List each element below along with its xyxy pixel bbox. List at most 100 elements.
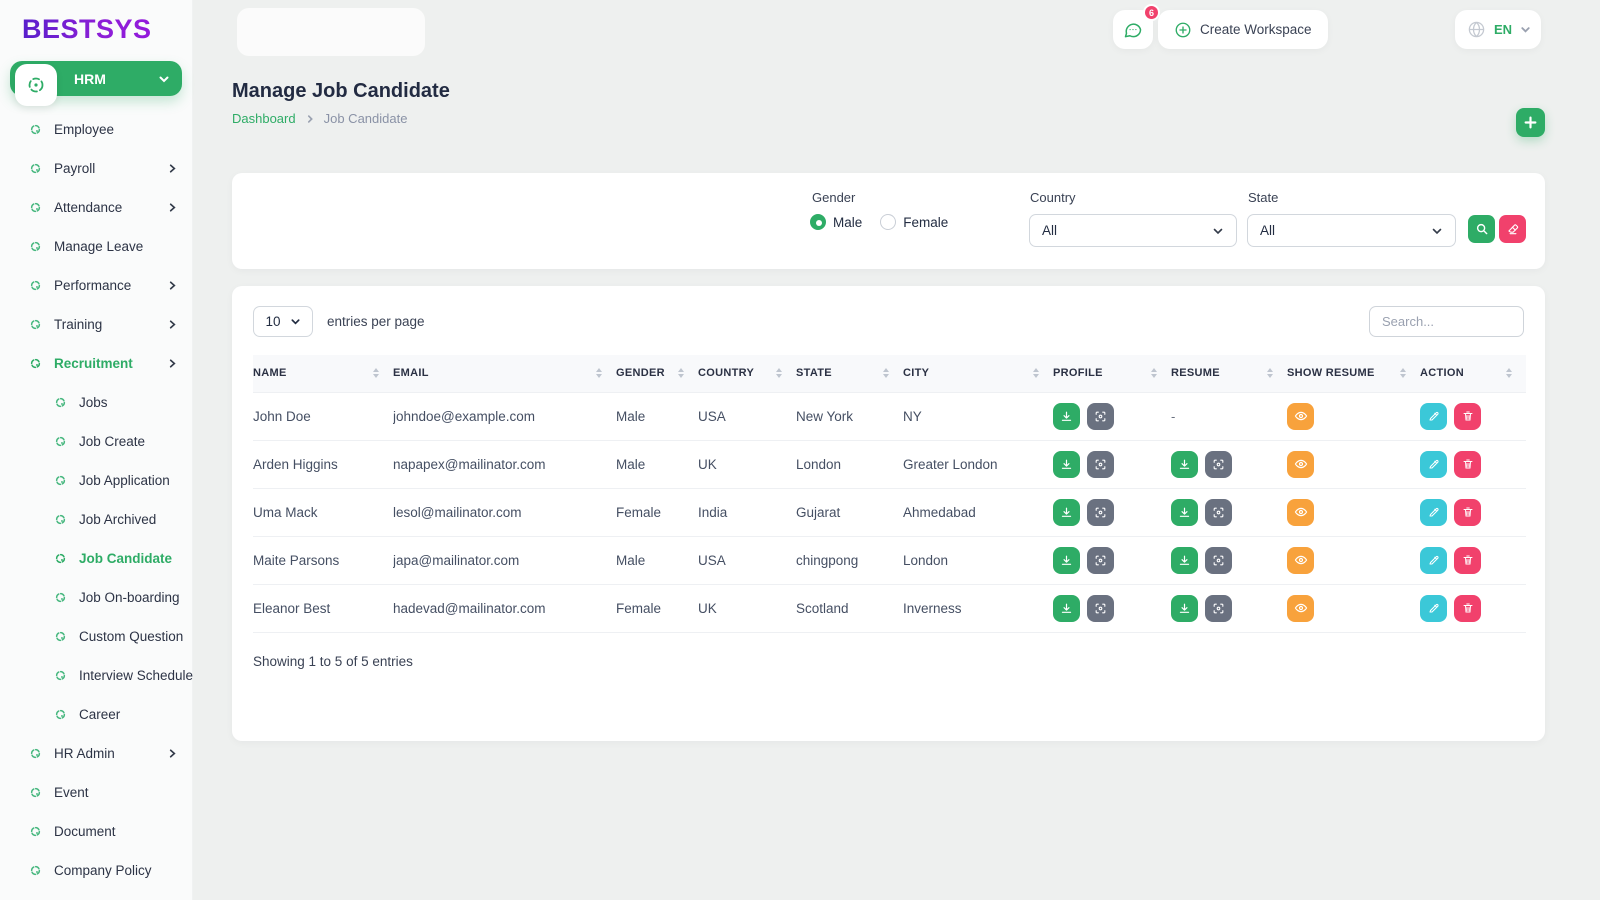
sidebar-item-custom-question[interactable]: Custom Question [0,617,192,656]
show-resume-button[interactable] [1287,450,1314,478]
sidebar-item-job-archived[interactable]: Job Archived [0,500,192,539]
sidebar-item-document[interactable]: Document [0,812,192,851]
sidebar-item-jobs[interactable]: Jobs [0,383,192,422]
sidebar-item-manage-leave[interactable]: Manage Leave [0,227,192,266]
cell-show-resume [1287,536,1420,585]
show-resume-button[interactable] [1287,594,1314,622]
sidebar-item-training[interactable]: Training [0,305,192,344]
country-select[interactable]: All [1029,214,1237,247]
view-resume-button[interactable] [1205,450,1232,478]
cell-name: Uma Mack [253,488,393,537]
ring-icon [30,319,41,330]
chevron-down-icon [158,73,170,85]
delete-candidate-icon [1462,506,1474,518]
column-header-email[interactable]: EMAIL [393,355,616,392]
download-resume-button[interactable] [1171,498,1198,526]
download-resume-button[interactable] [1171,594,1198,622]
delete-candidate-button[interactable] [1454,498,1481,526]
sidebar-section-hrm[interactable]: HRM [10,61,182,106]
sidebar-item-job-create[interactable]: Job Create [0,422,192,461]
show-resume-icon [1294,505,1308,519]
sidebar-item-career[interactable]: Career [0,695,192,734]
edit-candidate-button[interactable] [1420,546,1447,574]
cell-show-resume [1287,391,1420,441]
cell-resume [1171,536,1287,585]
sidebar-item-attendance[interactable]: Attendance [0,188,192,227]
cell-country: UK [698,584,796,633]
sidebar-item-job-on-boarding[interactable]: Job On-boarding [0,578,192,617]
breadcrumb-dashboard-link[interactable]: Dashboard [232,111,296,126]
view-profile-button[interactable] [1087,498,1114,526]
show-resume-button[interactable] [1287,546,1314,574]
view-profile-button[interactable] [1087,546,1114,574]
edit-candidate-button[interactable] [1420,450,1447,478]
view-resume-button[interactable] [1205,498,1232,526]
sidebar-item-label: Custom Question [79,629,184,644]
column-header-city[interactable]: CITY [903,355,1053,392]
state-select[interactable]: All [1247,214,1456,247]
show-resume-icon [1294,409,1308,423]
sidebar-item-recruitment[interactable]: Recruitment [0,344,192,383]
view-profile-button[interactable] [1087,402,1114,430]
download-profile-button[interactable] [1053,450,1080,478]
sidebar-item-event[interactable]: Event [0,773,192,812]
sidebar-item-label: Payroll [54,161,96,176]
column-header-show-resume[interactable]: SHOW RESUME [1287,355,1420,392]
delete-candidate-button[interactable] [1454,450,1481,478]
ring-icon [55,436,66,447]
sort-icon [1506,368,1512,379]
ring-icon [30,124,41,135]
download-profile-button[interactable] [1053,498,1080,526]
cell-email: hadevad@mailinator.com [393,584,616,633]
sidebar-item-payroll[interactable]: Payroll [0,149,192,188]
view-resume-icon [1212,506,1225,519]
column-header-name[interactable]: NAME [253,355,393,392]
add-candidate-button[interactable] [1516,108,1545,137]
column-header-profile[interactable]: PROFILE [1053,355,1171,392]
sidebar-item-performance[interactable]: Performance [0,266,192,305]
column-header-state[interactable]: STATE [796,355,903,392]
view-resume-button[interactable] [1205,594,1232,622]
language-selector[interactable]: EN [1455,10,1541,49]
ring-icon [30,202,41,213]
download-resume-button[interactable] [1171,450,1198,478]
edit-candidate-button[interactable] [1420,498,1447,526]
sidebar-item-job-candidate[interactable]: Job Candidate [0,539,192,578]
page-header: Manage Job Candidate Dashboard Job Candi… [232,80,1545,137]
sidebar-item-job-application[interactable]: Job Application [0,461,192,500]
sidebar-item-interview-schedule[interactable]: Interview Schedule [0,656,193,695]
download-profile-button[interactable] [1053,594,1080,622]
ring-icon [55,514,66,525]
column-header-country[interactable]: COUNTRY [698,355,796,392]
sidebar-item-employee[interactable]: Employee [0,110,192,149]
table-search-input[interactable] [1369,306,1524,337]
create-workspace-button[interactable]: Create Workspace [1158,10,1328,49]
edit-candidate-button[interactable] [1420,402,1447,430]
sidebar-item-hr-admin[interactable]: HR Admin [0,734,192,773]
entries-per-page-select[interactable]: 10 [253,306,313,337]
edit-candidate-button[interactable] [1420,594,1447,622]
chat-button[interactable]: 6 [1113,4,1160,49]
show-resume-button[interactable] [1287,498,1314,526]
delete-candidate-button[interactable] [1454,594,1481,622]
gender-radio-male[interactable]: Male [810,214,862,230]
view-resume-button[interactable] [1205,546,1232,574]
show-resume-button[interactable] [1287,402,1314,430]
delete-candidate-button[interactable] [1454,402,1481,430]
download-resume-button[interactable] [1171,546,1198,574]
gender-radio-female[interactable]: Female [880,214,948,230]
column-header-gender[interactable]: GENDER [616,355,698,392]
sidebar-item-company-policy[interactable]: Company Policy [0,851,192,890]
delete-candidate-button[interactable] [1454,546,1481,574]
download-profile-button[interactable] [1053,546,1080,574]
app-root: BESTSYS HRM Employee Payroll Attendance Man… [0,0,1600,900]
filter-reset-button[interactable] [1499,215,1526,243]
column-header-action[interactable]: ACTION [1420,355,1526,392]
column-header-resume[interactable]: RESUME [1171,355,1287,392]
view-profile-button[interactable] [1087,450,1114,478]
cell-resume: - [1171,391,1287,441]
download-profile-button[interactable] [1053,402,1080,430]
filter-search-button[interactable] [1468,215,1495,243]
cell-country: India [698,488,796,537]
view-profile-button[interactable] [1087,594,1114,622]
